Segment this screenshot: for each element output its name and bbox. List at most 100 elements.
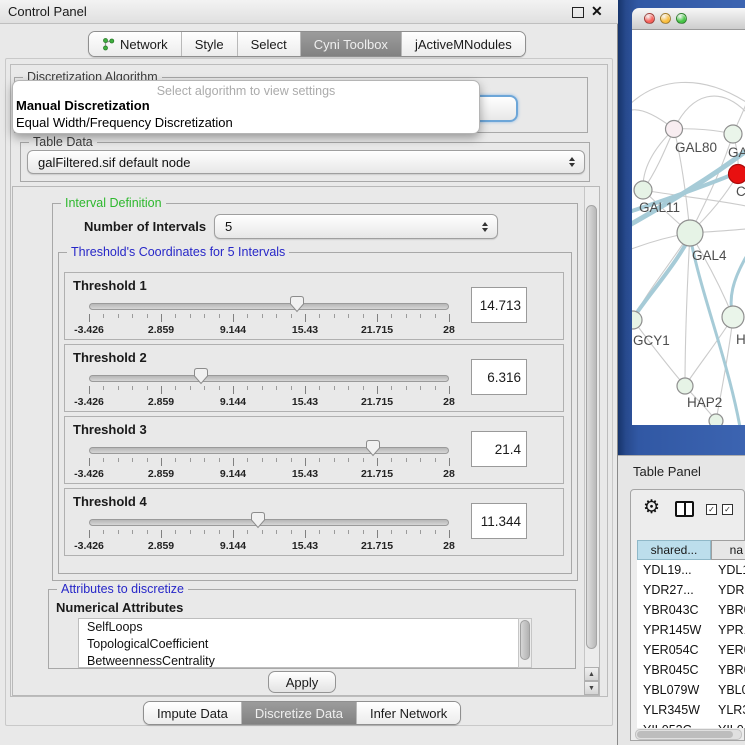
tab-network[interactable]: Network <box>89 32 182 56</box>
attributes-scrollbar-thumb[interactable] <box>520 620 530 660</box>
table-cell: YPR1 <box>711 623 745 637</box>
split-column-icon[interactable] <box>675 501 694 517</box>
numerical-attributes-list[interactable]: SelfLoopsTopologicalCoefficientBetweenne… <box>78 618 532 668</box>
slider-thumb[interactable] <box>193 367 209 385</box>
table-cell: YPR145W <box>637 623 711 637</box>
slider-track[interactable] <box>89 519 449 526</box>
vertical-scrollbar-thumb[interactable] <box>586 205 597 649</box>
table-row[interactable]: YDL19...YDL1 <box>637 560 745 580</box>
close-icon[interactable]: ✕ <box>591 3 603 20</box>
application-root: Control Panel ✕ NetworkStyleSelectCyni T… <box>0 0 745 745</box>
table-cell: YBL0 <box>711 683 745 697</box>
network-window-titlebar[interactable] <box>632 8 745 30</box>
node-label: C <box>736 184 745 199</box>
node-label: GAL4 <box>692 248 727 263</box>
tick-label: 2.859 <box>148 324 174 336</box>
network-node[interactable] <box>729 165 745 184</box>
mac-minimize-icon[interactable] <box>660 13 671 24</box>
network-node[interactable] <box>709 414 723 425</box>
column-header-name[interactable]: na <box>711 540 745 560</box>
tick-label: 9.144 <box>220 468 246 480</box>
slider-thumb[interactable] <box>250 511 266 529</box>
tab-jactivemnodules[interactable]: jActiveMNodules <box>402 32 525 56</box>
network-node[interactable] <box>632 311 642 329</box>
threshold-slider[interactable]: -3.4262.8599.14415.4321.71528 <box>89 513 449 555</box>
mac-close-icon[interactable] <box>644 13 655 24</box>
tick-label: 9.144 <box>220 540 246 552</box>
tick-label: -3.426 <box>74 468 104 480</box>
threshold-label: Threshold 4 <box>73 494 147 509</box>
network-node[interactable] <box>724 125 742 143</box>
scroll-up-arrow-icon[interactable]: ▲ <box>584 667 599 681</box>
tick-label: 28 <box>443 324 455 336</box>
table-data-combobox[interactable]: galFiltered.sif default node <box>27 150 585 174</box>
slider-thumb[interactable] <box>289 295 305 313</box>
network-canvas[interactable]: GAL80GACGAL11GAL4GCY1HHAP2 <box>632 30 745 425</box>
tab-discretize-data[interactable]: Discretize Data <box>242 702 357 724</box>
node-label: HAP2 <box>687 395 722 410</box>
attribute-list-item[interactable]: SelfLoops <box>79 619 531 636</box>
table-rows[interactable]: YDL19...YDL1YDR27...YDR2YBR043CYBR0YPR14… <box>637 560 745 728</box>
table-row[interactable]: YER054CYER0 <box>637 640 745 660</box>
tab-infer-network[interactable]: Infer Network <box>357 702 460 724</box>
tab-select[interactable]: Select <box>238 32 301 56</box>
horizontal-scrollbar-thumb[interactable] <box>637 731 733 738</box>
apply-button[interactable]: Apply <box>268 671 336 693</box>
algorithm-option[interactable]: Manual Discretization <box>13 98 479 115</box>
attribute-list-item[interactable]: TopologicalCoefficient <box>79 636 531 653</box>
table-cell: YDR27... <box>637 583 711 597</box>
table-row[interactable]: YLR345WYLR3 <box>637 700 745 720</box>
scroll-down-arrow-icon[interactable]: ▼ <box>584 681 599 695</box>
threshold-value-field[interactable]: 14.713 <box>471 287 527 323</box>
checkbox-icon[interactable]: ✓ <box>722 504 733 515</box>
tick-label: -3.426 <box>74 324 104 336</box>
dropdown-options: Manual DiscretizationEqual Width/Frequen… <box>13 98 479 131</box>
table-row[interactable]: YIL052CYIL0 <box>637 720 745 728</box>
table-cell: YIL052C <box>637 723 711 728</box>
tab-cyni-toolbox[interactable]: Cyni Toolbox <box>301 32 402 56</box>
attribute-list-item[interactable]: BetweennessCentrality <box>79 653 531 668</box>
gear-icon[interactable]: ⚙ <box>643 498 660 518</box>
table-cell: YDL1 <box>711 563 745 577</box>
table-cell: YER0 <box>711 643 745 657</box>
table-row[interactable]: YPR145WYPR1 <box>637 620 745 640</box>
float-icon[interactable] <box>572 7 584 18</box>
network-node[interactable] <box>722 306 744 328</box>
checkbox-icon[interactable]: ✓ <box>706 504 717 515</box>
tab-style[interactable]: Style <box>182 32 238 56</box>
tick-label: 15.43 <box>292 396 318 408</box>
tab-impute-data[interactable]: Impute Data <box>144 702 242 724</box>
threshold-slider[interactable]: -3.4262.8599.14415.4321.71528 <box>89 441 449 483</box>
num-intervals-combobox[interactable]: 5 <box>214 214 498 239</box>
threshold-slider[interactable]: -3.4262.8599.14415.4321.71528 <box>89 369 449 411</box>
tab-label: Impute Data <box>157 706 228 721</box>
mac-zoom-icon[interactable] <box>676 13 687 24</box>
network-node[interactable] <box>677 378 693 394</box>
threshold-value-field[interactable]: 6.316 <box>471 359 527 395</box>
slider-track[interactable] <box>89 303 449 310</box>
network-node[interactable] <box>634 181 652 199</box>
horizontal-scrollbar[interactable] <box>635 729 742 740</box>
column-header-shared[interactable]: shared... <box>637 540 711 560</box>
slider-track[interactable] <box>89 375 449 382</box>
tick-label: 15.43 <box>292 324 318 336</box>
table-header-row: shared... na <box>637 540 745 560</box>
top-tab-bar: NetworkStyleSelectCyni ToolboxjActiveMNo… <box>88 31 526 57</box>
table-row[interactable]: YBR043CYBR0 <box>637 600 745 620</box>
threshold-value-field[interactable]: 11.344 <box>471 503 527 539</box>
network-node[interactable] <box>666 121 683 138</box>
network-node[interactable] <box>677 220 703 246</box>
slider-track[interactable] <box>89 447 449 454</box>
tick-label: 15.43 <box>292 540 318 552</box>
tick-label: 21.715 <box>361 324 393 336</box>
table-row[interactable]: YBL079WYBL0 <box>637 680 745 700</box>
table-row[interactable]: YDR27...YDR2 <box>637 580 745 600</box>
tick-label: 21.715 <box>361 396 393 408</box>
slider-thumb[interactable] <box>365 439 381 457</box>
dropdown-placeholder: Select algorithm to view settings <box>13 84 479 98</box>
table-row[interactable]: YBR045CYBR0 <box>637 660 745 680</box>
threshold-value-field[interactable]: 21.4 <box>471 431 527 467</box>
table-cell: YDL19... <box>637 563 711 577</box>
algorithm-option[interactable]: Equal Width/Frequency Discretization <box>13 115 479 132</box>
threshold-slider[interactable]: -3.4262.8599.14415.4321.71528 <box>89 297 449 339</box>
